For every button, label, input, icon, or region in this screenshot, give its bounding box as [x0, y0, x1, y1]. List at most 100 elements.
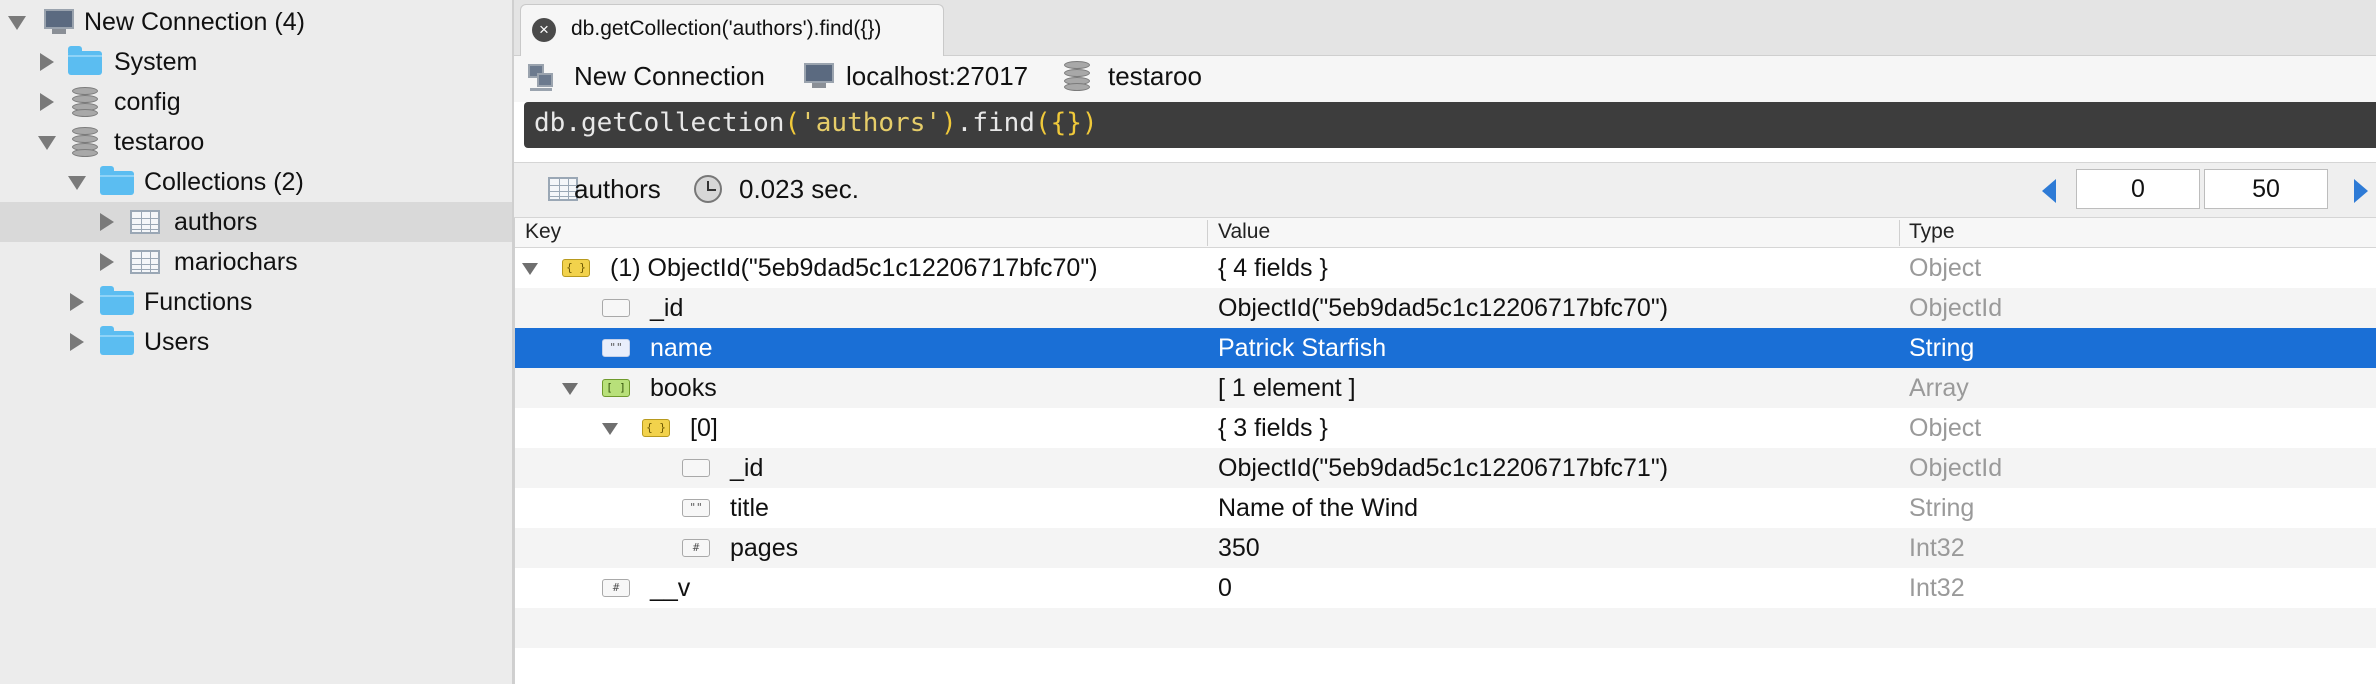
column-divider[interactable]	[1899, 220, 1900, 246]
row-value: ObjectId("5eb9dad5c1c12206717bfc71")	[1218, 454, 1669, 482]
tree-node-label: Functions	[144, 288, 253, 316]
row-type: ObjectId	[1909, 454, 2003, 482]
table-row[interactable]: _id ObjectId("5eb9dad5c1c12206717bfc71")…	[515, 448, 2376, 488]
row-type: Int32	[1909, 534, 1965, 562]
tree-node-config[interactable]: config	[0, 82, 512, 122]
expand-arrow-icon[interactable]	[40, 53, 54, 71]
tree-node-system[interactable]: System	[0, 42, 512, 82]
row-type: String	[1909, 334, 1975, 362]
collapse-arrow-icon[interactable]	[68, 176, 86, 190]
objectid-icon	[682, 459, 710, 477]
table-row[interactable]: # pages 350 Int32	[515, 528, 2376, 568]
collapse-arrow-icon[interactable]	[38, 136, 56, 150]
query-editor[interactable]: db.getCollection('authors').find({})	[524, 102, 2376, 148]
row-value: { 4 fields }	[1218, 254, 1328, 282]
connection-icon	[528, 64, 554, 92]
query-dot: .	[565, 108, 581, 138]
database-icon	[72, 127, 98, 157]
row-value: Patrick Starfish	[1218, 334, 1387, 362]
row-value: ObjectId("5eb9dad5c1c12206717bfc70")	[1218, 294, 1669, 322]
tree-node-label: mariochars	[174, 248, 298, 276]
query-tab[interactable]: × db.getCollection('authors').find({})	[520, 4, 944, 56]
row-value: 0	[1218, 574, 1232, 602]
result-toolbar: authors 0.023 sec.	[514, 162, 2376, 218]
query-method: getCollection	[580, 108, 785, 138]
tree-node-testaroo[interactable]: testaroo	[0, 122, 512, 162]
tree-node-label: authors	[174, 208, 258, 236]
database-name: testaroo	[1108, 61, 1202, 91]
row-key: (1) ObjectId("5eb9dad5c1c12206717bfc70")	[610, 254, 1098, 282]
collapse-arrow-icon[interactable]	[602, 423, 618, 435]
table-row-selected[interactable]: "" name Patrick Starfish String	[515, 328, 2376, 368]
expand-arrow-icon[interactable]	[40, 93, 54, 111]
column-divider[interactable]	[1207, 220, 1208, 246]
tree-node-users[interactable]: Users	[0, 322, 512, 362]
row-key: [0]	[690, 414, 718, 442]
row-key: title	[730, 494, 769, 522]
row-value: 350	[1218, 534, 1260, 562]
expand-arrow-icon[interactable]	[100, 213, 114, 231]
column-header-type[interactable]: Type	[1909, 220, 1955, 244]
table-row[interactable]: # __v 0 Int32	[515, 568, 2376, 608]
page-size-input[interactable]	[2204, 169, 2328, 209]
table-row-empty	[515, 608, 2376, 648]
previous-page-icon[interactable]	[2042, 179, 2056, 203]
collapse-arrow-icon[interactable]	[522, 263, 538, 275]
query-find: find	[972, 108, 1035, 138]
table-row[interactable]: { } [0] { 3 fields } Object	[515, 408, 2376, 448]
column-header-key[interactable]: Key	[525, 220, 561, 244]
tree-node-collections[interactable]: Collections (2)	[0, 162, 512, 202]
tree-node-functions[interactable]: Functions	[0, 282, 512, 322]
tree-node-label: New Connection (4)	[84, 8, 305, 36]
tree-node-mariochars[interactable]: mariochars	[0, 242, 512, 282]
tree-node-label: System	[114, 48, 198, 76]
row-key: pages	[730, 534, 799, 562]
row-key: books	[650, 374, 717, 402]
row-type: Int32	[1909, 574, 1965, 602]
connection-info-bar: New Connection localhost:27017 testaroo	[514, 56, 2376, 102]
result-collection-name: authors	[574, 174, 661, 204]
close-tab-icon[interactable]: ×	[532, 18, 556, 42]
query-time: 0.023 sec.	[739, 174, 859, 204]
row-type: Array	[1909, 374, 1969, 402]
row-type: String	[1909, 494, 1975, 522]
collection-icon	[130, 250, 160, 274]
table-row[interactable]: _id ObjectId("5eb9dad5c1c12206717bfc70")…	[515, 288, 2376, 328]
row-value: { 3 fields }	[1218, 414, 1328, 442]
tree-node-authors[interactable]: authors	[0, 202, 512, 242]
page-start-input[interactable]	[2076, 169, 2200, 209]
table-row[interactable]: { } (1) ObjectId("5eb9dad5c1c12206717bfc…	[515, 248, 2376, 288]
row-type: Object	[1909, 254, 1982, 282]
object-icon: { }	[562, 259, 590, 277]
host-address: localhost:27017	[846, 61, 1029, 91]
query-text[interactable]: db.getCollection('authors').find({})	[534, 108, 1098, 138]
query-paren: (	[1034, 108, 1051, 138]
row-key: _id	[650, 294, 684, 322]
collapse-arrow-icon[interactable]	[562, 383, 578, 395]
next-page-icon[interactable]	[2354, 179, 2368, 203]
query-paren: )	[941, 108, 957, 138]
tree-node-label: Collections (2)	[144, 168, 304, 196]
table-row[interactable]: [ ] books [ 1 element ] Array	[515, 368, 2376, 408]
tree-node-connection[interactable]: New Connection (4)	[0, 2, 512, 42]
objectid-icon	[602, 299, 630, 317]
table-header: Key Value Type	[515, 218, 2376, 248]
result-tree-table: Key Value Type { } (1) ObjectId("5eb9dad…	[514, 218, 2376, 684]
object-icon: { }	[642, 419, 670, 437]
expand-arrow-icon[interactable]	[100, 253, 114, 271]
server-icon	[804, 63, 834, 89]
table-row[interactable]: "" title Name of the Wind String	[515, 488, 2376, 528]
row-type: Object	[1909, 414, 1982, 442]
row-type: ObjectId	[1909, 294, 2003, 322]
query-collection-string: 'authors'	[800, 108, 942, 138]
server-icon	[44, 9, 74, 35]
expand-arrow-icon[interactable]	[70, 293, 84, 311]
array-icon: [ ]	[602, 379, 630, 397]
tab-label: db.getCollection('authors').find({})	[571, 17, 882, 40]
row-key: __v	[650, 574, 691, 602]
collapse-arrow-icon[interactable]	[8, 16, 26, 30]
expand-arrow-icon[interactable]	[70, 333, 84, 351]
number-icon: #	[682, 539, 710, 557]
column-header-value[interactable]: Value	[1218, 220, 1270, 244]
connection-tree: New Connection (4) System config testaro…	[0, 0, 514, 684]
